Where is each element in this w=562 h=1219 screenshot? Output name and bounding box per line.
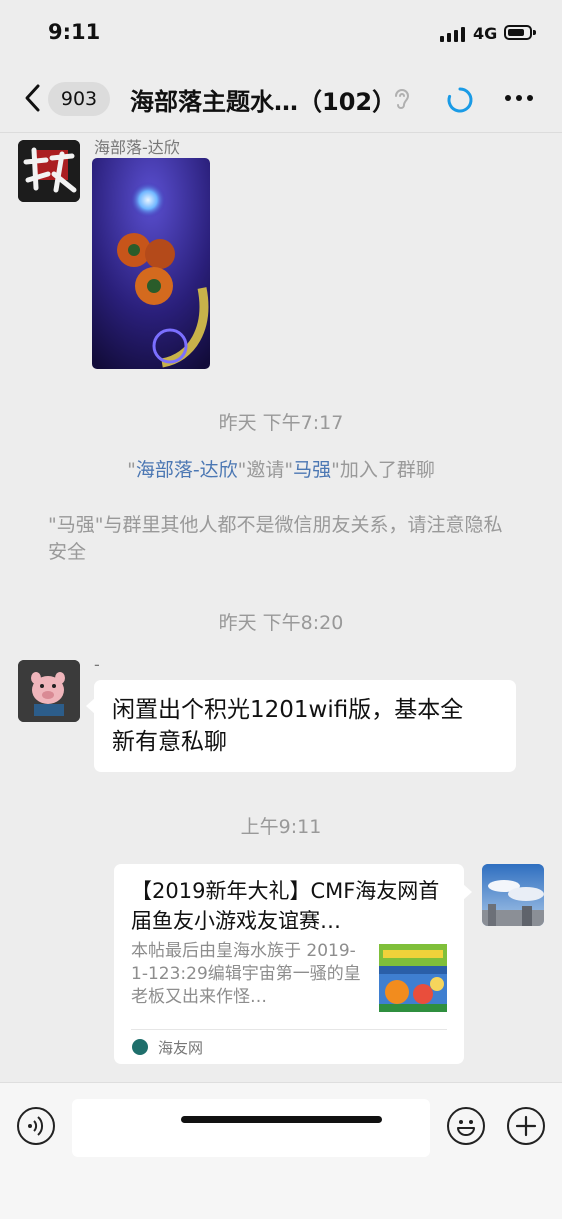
link-card-source: 海友网 (158, 1039, 204, 1057)
sender-name: - (94, 655, 100, 674)
timestamp: 上午9:11 (240, 816, 322, 838)
avatar-sky-image (482, 864, 544, 926)
emoji-button[interactable] (447, 1107, 485, 1145)
photo-message[interactable] (92, 158, 210, 369)
avatar-user[interactable] (18, 660, 80, 722)
inviter-link[interactable]: 海部落-达欣 (136, 459, 238, 481)
game-poster-image (379, 944, 447, 1012)
unread-badge[interactable]: 903 (48, 82, 110, 116)
timestamp: 昨天 下午7:17 (218, 412, 344, 434)
add-icon (515, 1115, 537, 1137)
invitee-link[interactable]: 马强 (293, 459, 331, 481)
link-card-description: 本帖最后由皇海水族于 2019-1-123:29编辑宇宙第一骚的皇老板又出来作怪… (131, 941, 361, 1007)
chat-title: 海部落主题水…（102） (130, 88, 397, 116)
quote-mark: " (127, 459, 136, 481)
link-card-thumbnail (379, 944, 447, 1012)
back-chevron-icon[interactable] (20, 80, 50, 116)
avatar-pig-image (18, 660, 80, 722)
more-icon[interactable] (503, 90, 535, 106)
chat-header: 903 海部落主题水…（102） (0, 68, 562, 133)
privacy-notice: "马强"与群里其他人都不是微信朋友关系，请注意隐私安全 (48, 514, 503, 563)
avatar-self[interactable] (482, 864, 544, 926)
message-input[interactable] (72, 1099, 430, 1157)
add-button[interactable] (507, 1107, 545, 1145)
loading-icon (447, 87, 473, 113)
battery-icon (504, 25, 536, 40)
link-card-title: 【2019新年大礼】CMF海友网首届鱼友小游戏友谊赛… (131, 879, 440, 933)
timestamp: 昨天 下午8:20 (218, 612, 344, 634)
input-bar (0, 1082, 562, 1219)
message-text: 闲置出个积光1201wifi版，基本全新有意私聊 (112, 697, 464, 755)
card-divider (131, 1029, 447, 1030)
ear-icon (395, 89, 410, 109)
link-card[interactable]: 【2019新年大礼】CMF海友网首届鱼友小游戏友谊赛… 本帖最后由皇海水族于 2… (114, 864, 472, 1064)
signal-icon (440, 26, 466, 42)
text-message-bubble[interactable]: 闲置出个积光1201wifi版，基本全新有意私聊 (86, 680, 516, 772)
invite-tail-text: "加入了群聊 (331, 459, 435, 481)
invite-mid-text: "邀请" (237, 459, 294, 481)
invite-notice: "海部落-达欣"邀请"马强"加入了群聊 (0, 457, 562, 484)
source-logo-icon (132, 1039, 148, 1055)
network-type: 4G (473, 24, 498, 43)
coral-photo-image (92, 158, 210, 369)
voice-icon (28, 1116, 44, 1136)
avatar-dacin[interactable] (18, 140, 80, 202)
voice-button[interactable] (17, 1107, 55, 1145)
emoji-icon (457, 1120, 475, 1136)
home-indicator (181, 1116, 382, 1123)
sender-name: 海部落-达欣 (94, 138, 180, 157)
status-time: 9:11 (48, 20, 101, 44)
avatar-logo-image (18, 140, 80, 202)
status-bar: 9:11 4G (0, 0, 562, 68)
